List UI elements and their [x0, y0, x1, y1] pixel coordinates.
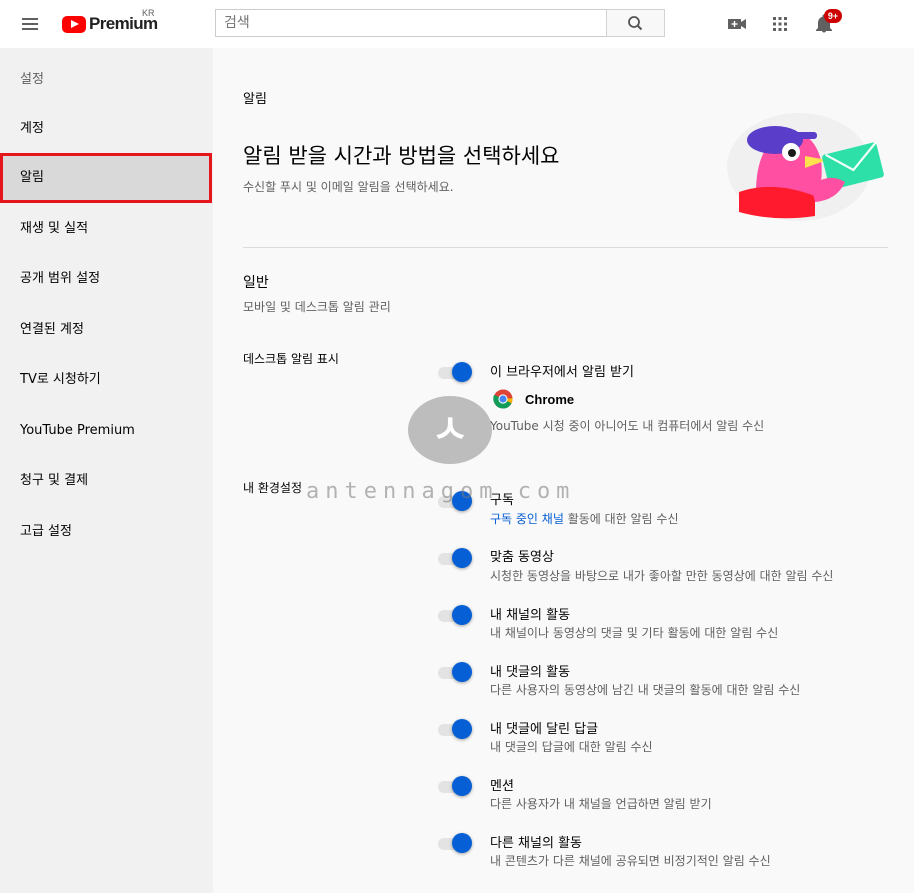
sidebar-item-connected-apps[interactable]: 연결된 계정: [0, 305, 213, 355]
search-button[interactable]: [606, 9, 665, 37]
pref-desc-subscriptions-text: 활동에 대한 알림 수신: [563, 512, 679, 526]
sidebar-item-account[interactable]: 계정: [0, 104, 213, 154]
page-subtitle: 수신할 푸시 및 이메일 알림을 선택하세요.: [243, 180, 454, 194]
youtube-play-icon: [62, 15, 86, 33]
toggle-mentions[interactable]: [438, 776, 474, 797]
pref-desc-comment-replies: 내 댓글의 답글에 대한 알림 수신: [490, 740, 653, 754]
browser-row: Chrome: [493, 389, 574, 409]
sidebar-item-youtube-premium[interactable]: YouTube Premium: [0, 406, 213, 456]
page-breadcrumb: 알림: [243, 92, 267, 107]
pref-desc-recommended-videos: 시청한 동영상을 바탕으로 내가 좋아할 만한 동영상에 대한 알림 수신: [490, 569, 834, 583]
toggle-shared-content[interactable]: [438, 833, 474, 854]
page-title: 알림 받을 시간과 방법을 선택하세요: [243, 144, 560, 168]
pref-desc-comment-activity: 다른 사용자의 동영상에 남긴 내 댓글의 활동에 대한 알림 수신: [490, 683, 801, 697]
sidebar-heading: 설정: [20, 72, 44, 87]
pref-title-recommended-videos: 맞춤 동영상: [490, 550, 554, 565]
browser-notifications-toggle[interactable]: [438, 362, 474, 383]
pref-title-comment-activity: 내 댓글의 활동: [490, 665, 571, 680]
pref-title-mentions: 멘션: [490, 779, 514, 794]
notifications-settings-main: 알림 알림 받을 시간과 방법을 선택하세요 수신할 푸시 및 이메일 알림을 …: [213, 48, 914, 893]
general-section-desc: 모바일 및 데스크톱 알림 관리: [243, 300, 391, 314]
pref-desc-mentions: 다른 사용자가 내 채널을 언급하면 알림 받기: [490, 797, 712, 811]
my-preferences-label: 내 환경설정: [243, 481, 303, 495]
search-icon: [628, 16, 643, 31]
pref-title-shared-content: 다른 채널의 활동: [490, 836, 582, 851]
toggle-comment-activity[interactable]: [438, 662, 474, 683]
top-bar: Premium KR 9+: [0, 0, 914, 48]
create-video-button[interactable]: [725, 12, 749, 36]
logo-region: KR: [142, 8, 155, 18]
search-input[interactable]: [216, 10, 604, 36]
pref-desc-channel-activity: 내 채널이나 동영상의 댓글 및 기타 활동에 대한 알림 수신: [490, 626, 779, 640]
browser-notifications-desc: YouTube 시청 중이 아니어도 내 컴퓨터에서 알림 수신: [490, 419, 765, 433]
sidebar-item-watch-on-tv[interactable]: TV로 시청하기: [0, 355, 213, 405]
hamburger-menu-icon[interactable]: [18, 12, 42, 36]
pref-title-channel-activity: 내 채널의 활동: [490, 608, 571, 623]
apps-button[interactable]: [768, 12, 792, 36]
settings-sidebar: 설정 계정 알림 재생 및 실적 공개 범위 설정 연결된 계정 TV로 시청하…: [0, 48, 213, 893]
browser-name: Chrome: [525, 391, 575, 407]
sidebar-item-billing[interactable]: 청구 및 결제: [0, 456, 213, 506]
subscribed-channels-link[interactable]: 구독 중인 채널: [490, 512, 564, 526]
section-divider: [243, 247, 888, 248]
apps-grid-icon: [773, 17, 787, 31]
sidebar-item-advanced[interactable]: 고급 설정: [0, 507, 213, 557]
video-camera-add-icon: [728, 19, 746, 29]
notification-bird-illustration: [727, 113, 884, 221]
toggle-channel-activity[interactable]: [438, 605, 474, 626]
sidebar-item-privacy[interactable]: 공개 범위 설정: [0, 254, 213, 304]
youtube-premium-logo[interactable]: Premium KR: [62, 8, 158, 36]
desktop-notifications-label: 데스크톱 알림 표시: [243, 352, 339, 366]
toggle-comment-replies[interactable]: [438, 719, 474, 740]
pref-desc-subscriptions: 구독 중인 채널 활동에 대한 알림 수신: [490, 510, 679, 527]
pref-title-comment-replies: 내 댓글에 달린 답글: [490, 722, 599, 737]
pref-desc-shared-content: 내 콘텐츠가 다른 채널에 공유되면 비정기적인 알림 수신: [490, 854, 771, 868]
general-section-title: 일반: [243, 275, 269, 291]
notification-count-badge: 9+: [824, 9, 842, 23]
sidebar-item-playback[interactable]: 재생 및 실적: [0, 204, 213, 254]
toggle-recommended-videos[interactable]: [438, 548, 474, 569]
sidebar-item-notifications[interactable]: 알림: [0, 153, 212, 203]
watermark-glyph: ㅅ: [431, 407, 469, 453]
chrome-icon: [493, 389, 513, 409]
browser-notifications-title: 이 브라우저에서 알림 받기: [490, 365, 634, 380]
watermark-text: antennagom.com: [306, 479, 576, 504]
